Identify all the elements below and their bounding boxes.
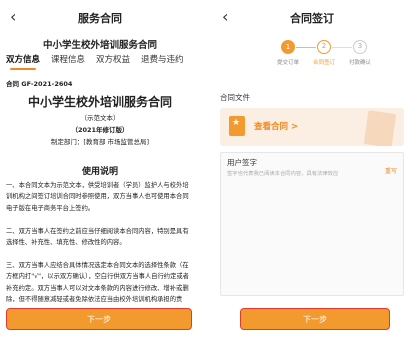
progress-steps: 1 2 3 提交订单 合同签订 付款确认 bbox=[212, 40, 412, 74]
contract-file-label: 合同文件 bbox=[220, 93, 250, 102]
step-2-dot: 2 bbox=[317, 40, 331, 54]
document-decoration-icon bbox=[363, 110, 397, 146]
page-title: 服务合同 bbox=[78, 12, 122, 25]
top-nav-bar: ‹ 合同签订 bbox=[212, 0, 412, 34]
next-button[interactable]: 下一步 bbox=[6, 308, 192, 330]
view-contract-link[interactable]: 查看合同 > bbox=[254, 120, 298, 132]
instruction-paragraph: 二、双方当事人在签约之前应当仔细阅读本合同内容，特别是具有选择性、补充性、填充性… bbox=[6, 228, 189, 247]
signature-pad[interactable]: 用户签字 签字也代表我已阅读本合同内容，具有法律效应 重写 bbox=[220, 152, 404, 296]
document-edition: （2021年修订版） bbox=[71, 126, 129, 134]
contract-file-card[interactable]: 查看合同 > bbox=[220, 108, 404, 146]
tab-refund[interactable]: 退费与违约 bbox=[141, 54, 184, 72]
bottom-action-bar: 下一步 bbox=[0, 302, 200, 344]
page-title: 合同签订 bbox=[290, 12, 334, 25]
signature-title: 用户签字 bbox=[227, 158, 257, 167]
step-3-label: 付款确认 bbox=[348, 60, 371, 66]
tab-rights[interactable]: 双方权益 bbox=[96, 54, 130, 72]
contract-tabs: 双方信息 课程信息 双方权益 退费与违约 bbox=[6, 54, 200, 72]
step-2-label: 合同签订 bbox=[312, 60, 335, 66]
sign-screen: ‹ 合同签订 1 2 3 提交订单 合同签订 付款确认 合同文件 查看合同 > … bbox=[212, 0, 412, 344]
instruction-paragraph: 三、双方当事人应结合具体情况选定本合同文本的选择性条款（在方框内打"√"，以示双… bbox=[6, 262, 189, 304]
screen-divider bbox=[200, 0, 212, 344]
contract-number: 合同 GF-2021-2604 bbox=[6, 80, 73, 88]
bottom-action-bar: 下一步 bbox=[212, 302, 412, 344]
signature-hint: 签字也代表我已阅读本合同内容，具有法律效应 bbox=[227, 171, 339, 177]
top-nav-bar: ‹ 服务合同 bbox=[0, 0, 200, 34]
document-title: 中小学生校外培训服务合同 bbox=[27, 95, 172, 109]
contract-screen: ‹ 服务合同 中小学生校外培训服务合同 双方信息 课程信息 双方权益 退费与违约… bbox=[0, 0, 200, 344]
instruction-paragraph: 一、本合同文本为示范文本，供受培训者（学员）监护人与校外培训机构之间签订培训合同… bbox=[6, 182, 189, 212]
step-connector bbox=[296, 47, 316, 48]
rewrite-button[interactable]: 重写 bbox=[385, 166, 397, 175]
step-connector bbox=[332, 47, 352, 48]
tab-party-info[interactable]: 双方信息 bbox=[6, 54, 40, 72]
contract-subtitle: 中小学生校外培训服务合同 bbox=[42, 40, 157, 51]
document-subtitle: （示范文本） bbox=[80, 114, 120, 122]
tab-course-info[interactable]: 课程信息 bbox=[51, 54, 85, 72]
step-1-label: 提交订单 bbox=[276, 60, 299, 66]
document-issuer: 制定部门：[教育部 市场监管总局] bbox=[50, 138, 150, 146]
step-3-dot: 3 bbox=[353, 40, 367, 54]
next-button[interactable]: 下一步 bbox=[240, 308, 390, 330]
step-1-dot: 1 bbox=[281, 40, 295, 54]
document-star-icon bbox=[229, 116, 245, 136]
instructions-title: 使用说明 bbox=[81, 167, 118, 177]
